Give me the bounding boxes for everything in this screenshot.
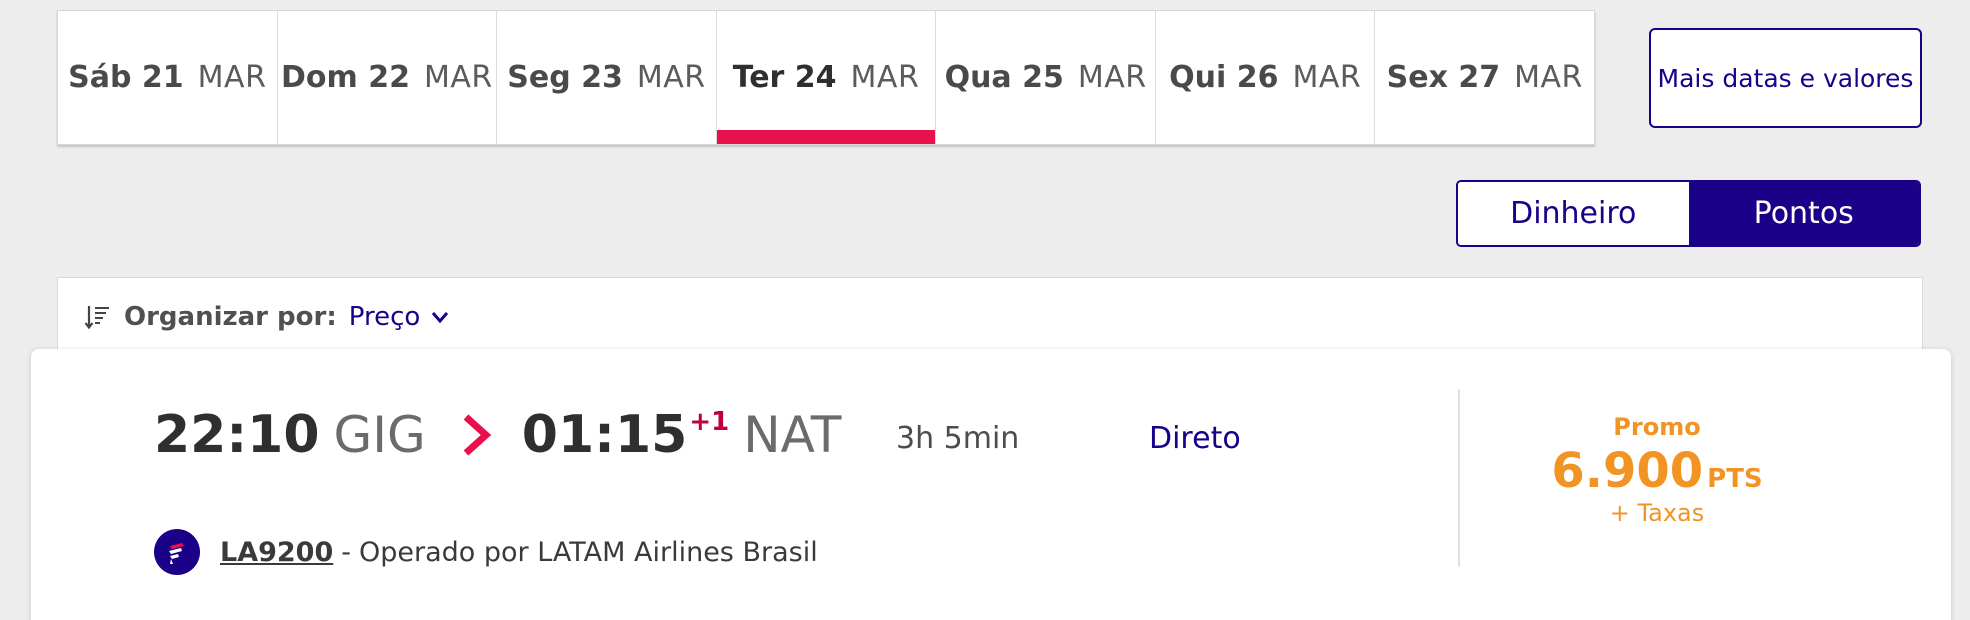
date-tab-dom-22[interactable]: Dom 22 MAR: [278, 11, 498, 144]
currency-toggle: Dinheiro Pontos: [1456, 180, 1921, 247]
taxes-label: + Taxas: [1609, 499, 1705, 527]
flight-times: 22:10 GIG 01:15 +1 NAT: [154, 405, 841, 465]
date-tab-month: MAR: [850, 60, 920, 95]
date-tab-qui-26[interactable]: Qui 26 MAR: [1156, 11, 1376, 144]
sort-bar: Organizar por: Preço: [57, 277, 1923, 357]
promo-label: Promo: [1613, 413, 1701, 441]
date-tabs: Sáb 21 MAR Dom 22 MAR Seg 23 MAR Ter 24 …: [57, 10, 1595, 145]
price-box[interactable]: Promo 6.900 PTS + Taxas: [1531, 413, 1783, 527]
chevron-right-icon: [463, 414, 492, 456]
departure-airport: GIG: [333, 406, 426, 464]
date-tab-day: Sex 27: [1386, 60, 1501, 95]
sort-value: Preço: [348, 302, 421, 332]
date-tab-month: MAR: [1514, 60, 1583, 95]
arrival-airport: NAT: [743, 406, 842, 464]
date-tab-day: Dom 22: [281, 60, 410, 95]
flight-search-results: Sáb 21 MAR Dom 22 MAR Seg 23 MAR Ter 24 …: [0, 0, 1970, 620]
price-unit: PTS: [1707, 464, 1763, 494]
date-tab-day: Ter 24: [732, 60, 837, 95]
chevron-down-icon: [432, 312, 449, 324]
date-tab-sex-27[interactable]: Sex 27 MAR: [1375, 11, 1594, 144]
date-tab-day: Sáb 21: [68, 60, 184, 95]
date-tab-month: MAR: [423, 60, 493, 95]
flight-info: LA9200 - Operado por LATAM Airlines Bras…: [154, 529, 818, 575]
latam-logo-icon: [154, 529, 200, 575]
date-tab-month: MAR: [1292, 60, 1362, 95]
sort-icon: [84, 306, 109, 330]
sort-label: Organizar por:: [124, 302, 337, 332]
operated-by: Operado por LATAM Airlines Brasil: [359, 536, 818, 568]
date-tab-sab-21[interactable]: Sáb 21 MAR: [58, 11, 278, 144]
sort-dropdown[interactable]: Preço: [349, 302, 451, 332]
flight-number-link[interactable]: LA9200: [220, 537, 333, 568]
date-tab-qua-25[interactable]: Qua 25 MAR: [936, 11, 1156, 144]
date-tab-seg-23[interactable]: Seg 23 MAR: [497, 11, 717, 144]
date-tab-ter-24[interactable]: Ter 24 MAR: [716, 11, 937, 144]
date-tab-day: Qua 25: [944, 60, 1064, 95]
toggle-money-option[interactable]: Dinheiro: [1458, 182, 1689, 245]
date-tab-day: Qui 26: [1169, 60, 1279, 95]
flight-stops[interactable]: Direto: [1149, 421, 1241, 456]
more-dates-button[interactable]: Mais datas e valores: [1649, 28, 1922, 128]
arrival-time: 01:15: [521, 405, 688, 465]
price-value: 6.900: [1551, 443, 1704, 499]
separator: -: [341, 536, 351, 568]
date-tab-month: MAR: [197, 60, 267, 95]
date-tab-month: MAR: [1077, 60, 1147, 95]
flight-card[interactable]: 22:10 GIG 01:15 +1 NAT 3h 5min Direto LA…: [31, 349, 1951, 620]
price-line: 6.900 PTS: [1531, 443, 1783, 499]
card-divider: [1458, 389, 1460, 567]
date-tab-month: MAR: [636, 60, 706, 95]
departure-time: 22:10: [154, 405, 320, 465]
day-offset-badge: +1: [689, 407, 730, 437]
date-tab-day: Seg 23: [507, 60, 623, 95]
toggle-points-option[interactable]: Pontos: [1688, 182, 1919, 245]
flight-duration: 3h 5min: [896, 421, 1020, 456]
